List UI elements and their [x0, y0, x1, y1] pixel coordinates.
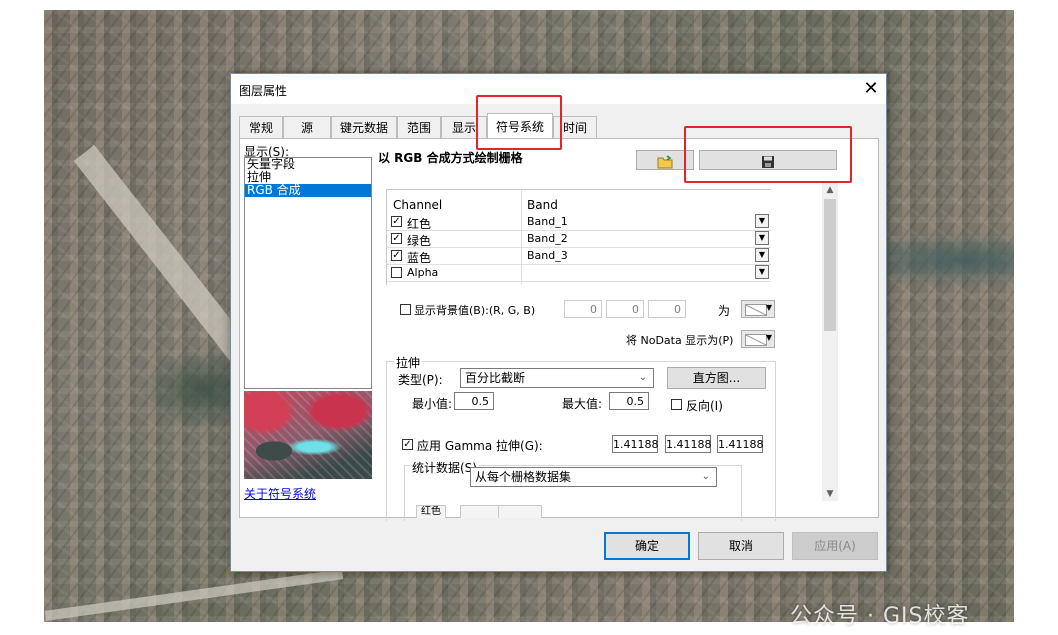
list-item-selected[interactable]: RGB 合成 [245, 184, 371, 197]
dialog-title: 图层属性 [239, 84, 288, 98]
stats-tab[interactable] [498, 505, 542, 518]
renderer-heading: 以 RGB 合成方式绘制栅格 [378, 151, 523, 165]
chevron-down-icon[interactable]: ▼ [755, 265, 769, 279]
min-value-input[interactable]: 0.5 [454, 392, 494, 410]
tab-key-metadata[interactable]: 键元数据 [331, 116, 397, 138]
max-label: 最大值: [562, 397, 603, 411]
invert-label: 反向(I) [686, 399, 723, 413]
gamma-label: 应用 Gamma 拉伸(G): [417, 439, 543, 453]
stats-tab[interactable] [460, 505, 500, 518]
tab-general[interactable]: 常规 [239, 116, 283, 138]
background-r-input[interactable]: 0 [564, 300, 602, 318]
as-label: 为 [718, 304, 731, 318]
alpha-channel-checkbox[interactable] [391, 267, 402, 278]
blue-channel-checkbox[interactable]: ✓ [391, 250, 402, 261]
channel-header: Channel [393, 198, 443, 212]
stretch-type-label: 类型(P): [398, 373, 443, 387]
gamma-g-input[interactable]: 1.41188 [665, 435, 712, 453]
channel-name: Alpha [407, 266, 439, 279]
chevron-down-icon[interactable]: ▼ [755, 231, 769, 245]
scroll-up-icon[interactable]: ▲ [822, 183, 838, 197]
band-header: Band [527, 198, 558, 212]
histogram-button[interactable]: 直方图... [667, 367, 766, 389]
highlight-box-save [684, 126, 852, 183]
tab-extent[interactable]: 范围 [397, 116, 441, 138]
cancel-button[interactable]: 取消 [698, 532, 784, 560]
invert-checkbox[interactable] [671, 399, 682, 410]
watermark: 公众号 · GIS校客 [790, 604, 970, 629]
background-b-input[interactable]: 0 [648, 300, 686, 318]
chevron-down-icon: ▼ [765, 333, 772, 342]
nodata-label: 将 NoData 显示为(P) [626, 334, 734, 347]
close-icon[interactable]: ✕ [856, 74, 886, 104]
background-value-label: 显示背景值(B):(R, G, B) [414, 304, 536, 317]
red-channel-checkbox[interactable]: ✓ [391, 216, 402, 227]
table-row: Alpha ▼ [387, 264, 771, 282]
chevron-down-icon: ⌄ [638, 372, 647, 383]
apply-button[interactable]: 应用(A) [792, 532, 878, 560]
band-grid: Channel Band ✓ 红色 Band_1 ▼ ✓ 绿色 Band_2 ▼… [386, 189, 771, 285]
stats-tab-red[interactable]: 红色 [416, 505, 446, 518]
green-channel-checkbox[interactable]: ✓ [391, 233, 402, 244]
map-road [73, 144, 255, 366]
chevron-down-icon[interactable]: ▼ [755, 248, 769, 262]
stretch-type-value: 百分比截断 [465, 371, 526, 385]
scrollbar-thumb[interactable] [824, 199, 836, 331]
tab-source[interactable]: 源 [283, 116, 331, 138]
band-value: Band_1 [527, 215, 568, 228]
statistics-group-label: 统计数据(S) [410, 459, 479, 476]
statistics-source-select[interactable]: 从每个栅格数据集 ⌄ [470, 467, 717, 487]
renderer-list[interactable]: 矢量字段 拉伸 RGB 合成 [244, 157, 372, 389]
about-symbology-link[interactable]: 关于符号系统 [244, 485, 316, 502]
gamma-checkbox[interactable]: ✓ [402, 439, 413, 450]
statistics-source-value: 从每个栅格数据集 [475, 470, 572, 484]
chevron-down-icon: ⌄ [701, 471, 710, 482]
open-folder-icon [657, 154, 673, 168]
background-color-picker[interactable]: ▼ [741, 300, 775, 318]
ok-button[interactable]: 确定 [604, 532, 690, 560]
nodata-color-picker[interactable]: ▼ [741, 330, 775, 348]
stretch-type-select[interactable]: 百分比截断 ⌄ [460, 368, 654, 388]
band-value: Band_3 [527, 249, 568, 262]
panel-scrollbar[interactable]: ▲ ▼ [822, 183, 838, 501]
color-swatch [745, 304, 767, 316]
background-value-checkbox[interactable] [400, 304, 411, 315]
highlight-box-symbology-tab [476, 95, 562, 150]
chevron-down-icon: ▼ [765, 303, 772, 312]
band-value: Band_2 [527, 232, 568, 245]
background-g-input[interactable]: 0 [606, 300, 644, 318]
color-swatch [745, 334, 767, 346]
table-row: ✓ 蓝色 Band_3 ▼ [387, 247, 771, 265]
chevron-down-icon[interactable]: ▼ [755, 214, 769, 228]
symbology-panel: 显示(S): 矢量字段 拉伸 RGB 合成 关于符号系统 以 RGB 合成方式绘… [239, 138, 879, 521]
scroll-down-icon[interactable]: ▼ [822, 487, 838, 501]
gamma-b-input[interactable]: 1.41188 [717, 435, 764, 453]
symbology-preview-image [244, 391, 372, 479]
gamma-r-input[interactable]: 1.41188 [612, 435, 659, 453]
max-value-input[interactable]: 0.5 [609, 392, 649, 410]
stretch-group-label: 拉伸 [394, 354, 423, 371]
table-row: ✓ 绿色 Band_2 ▼ [387, 230, 771, 248]
map-road [44, 569, 344, 621]
min-label: 最小值: [412, 397, 453, 411]
table-row: ✓ 红色 Band_1 ▼ [387, 213, 771, 231]
